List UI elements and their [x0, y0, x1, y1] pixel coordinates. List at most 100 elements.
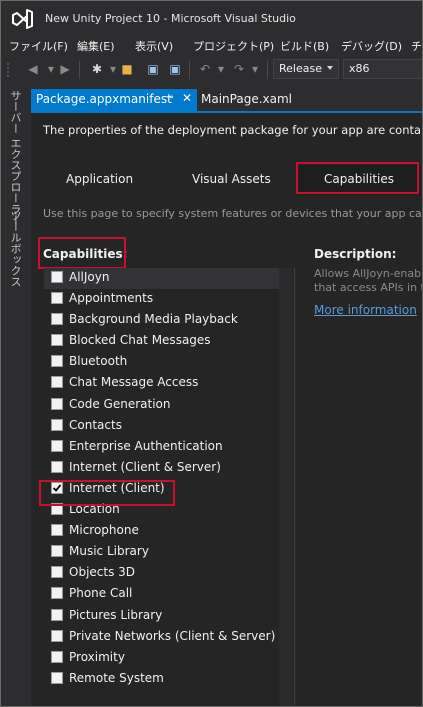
- tab-mainpage-xaml[interactable]: MainPage.xaml: [201, 92, 292, 106]
- menu-edit[interactable]: 編集(E): [77, 38, 115, 54]
- toolbox-tab[interactable]: ツールボックス: [7, 210, 23, 287]
- checkbox[interactable]: [51, 397, 63, 410]
- capability-row[interactable]: Phone Call: [44, 584, 292, 605]
- checkbox[interactable]: [51, 524, 63, 537]
- checkbox[interactable]: [51, 629, 63, 642]
- capability-label: Phone Call: [69, 586, 133, 601]
- capability-label: Remote System: [69, 670, 164, 685]
- navigate-back-icon[interactable]: ◀: [25, 61, 41, 77]
- menu-debug[interactable]: デバッグ(D): [341, 38, 402, 54]
- checkbox[interactable]: [51, 460, 63, 473]
- capability-row[interactable]: Internet (Client & Server): [44, 458, 292, 479]
- capability-label: Background Media Playback: [69, 312, 238, 327]
- toolbar-separator: [267, 61, 268, 79]
- checkbox[interactable]: [51, 376, 63, 389]
- checkbox[interactable]: [51, 608, 63, 621]
- redo-icon[interactable]: ↷: [231, 61, 247, 77]
- description-heading: Description:: [314, 247, 397, 261]
- capability-row[interactable]: AllJoyn: [44, 268, 292, 290]
- capability-row[interactable]: Background Media Playback: [44, 310, 292, 331]
- capabilities-usage-text: Use this page to specify system features…: [43, 207, 423, 220]
- capability-label: Music Library: [69, 544, 149, 559]
- server-explorer-tab[interactable]: サーバー エクスプローラー: [7, 90, 23, 226]
- save-icon[interactable]: ▣: [145, 61, 161, 77]
- manifest-intro-text: The properties of the deployment package…: [43, 123, 423, 137]
- capability-row[interactable]: Music Library: [44, 542, 292, 563]
- description-line: Allows AllJoyn-enab: [314, 267, 422, 280]
- capability-row[interactable]: Enterprise Authentication: [44, 437, 292, 458]
- platform-value: x86: [349, 62, 370, 75]
- capabilities-tab-highlight: [296, 162, 419, 194]
- dropdown-arrow-icon[interactable]: ▾: [213, 61, 229, 77]
- checkbox[interactable]: [51, 418, 63, 431]
- capability-label: Bluetooth: [69, 354, 128, 369]
- menu-view[interactable]: 表示(V): [135, 38, 173, 54]
- capabilities-list-scrollbar[interactable]: [279, 268, 292, 706]
- capability-label: Pictures Library: [69, 607, 163, 622]
- menu-project[interactable]: プロジェクト(P): [193, 38, 274, 54]
- capability-row[interactable]: Contacts: [44, 416, 292, 437]
- description-line: that access APIs in th: [314, 281, 423, 294]
- undo-icon[interactable]: ↶: [197, 61, 213, 77]
- window-title: New Unity Project 10 - Microsoft Visual …: [45, 12, 296, 25]
- capability-label: Proximity: [69, 649, 125, 664]
- manifest-designer: The properties of the deployment package…: [31, 113, 422, 706]
- capability-label: Private Networks (Client & Server): [69, 628, 276, 643]
- solution-platform-dropdown[interactable]: x86: [343, 59, 422, 79]
- capability-label: Appointments: [69, 291, 154, 306]
- capability-label: Enterprise Authentication: [69, 438, 223, 453]
- checkbox[interactable]: [51, 439, 63, 452]
- menu-file[interactable]: ファイル(F): [9, 38, 68, 54]
- checkbox[interactable]: [51, 355, 63, 368]
- tab-label: Package.appxmanifest: [36, 92, 172, 106]
- checkbox[interactable]: [51, 545, 63, 558]
- open-folder-icon[interactable]: ■: [119, 61, 135, 77]
- capability-row[interactable]: Code Generation: [44, 395, 292, 416]
- save-all-icon[interactable]: ▣: [167, 61, 183, 77]
- capability-row[interactable]: Microphone: [44, 521, 292, 542]
- capability-row[interactable]: Objects 3D: [44, 563, 292, 584]
- capability-label: Microphone: [69, 523, 139, 538]
- new-project-icon[interactable]: ✱: [89, 61, 105, 77]
- toolbar-grip[interactable]: [6, 62, 10, 78]
- tab-application-label: Application: [66, 172, 134, 186]
- checkbox[interactable]: [51, 292, 63, 305]
- navigate-forward-icon[interactable]: ▶: [57, 61, 73, 77]
- capability-row[interactable]: Pictures Library: [44, 606, 292, 627]
- tab-package-appxmanifest[interactable]: Package.appxmanifest ⊸ ✕: [31, 89, 197, 111]
- checkbox[interactable]: [51, 334, 63, 347]
- checkbox[interactable]: [51, 271, 63, 283]
- capability-label: Objects 3D: [69, 565, 136, 580]
- dropdown-arrow-icon[interactable]: ▾: [247, 61, 263, 77]
- capability-label: AllJoyn: [69, 270, 110, 284]
- capability-label: Contacts: [69, 417, 122, 432]
- capabilities-heading-highlight: [38, 237, 126, 269]
- capability-row[interactable]: Appointments: [44, 289, 292, 310]
- chevron-down-icon: [327, 66, 333, 70]
- capability-row[interactable]: Bluetooth: [44, 352, 292, 373]
- menu-build[interactable]: ビルド(B): [280, 38, 329, 54]
- more-information-link[interactable]: More information: [314, 303, 417, 317]
- capability-row[interactable]: Chat Message Access: [44, 373, 292, 394]
- checkbox[interactable]: [51, 566, 63, 579]
- capability-row[interactable]: Private Networks (Client & Server): [44, 627, 292, 648]
- visual-studio-logo-icon: [12, 9, 33, 29]
- capability-row[interactable]: Remote System: [44, 669, 292, 690]
- capability-row[interactable]: Blocked Chat Messages: [44, 331, 292, 352]
- checkbox[interactable]: [51, 587, 63, 600]
- checkbox[interactable]: [51, 313, 63, 326]
- tab-visual-assets[interactable]: Visual Assets: [165, 165, 295, 195]
- checkbox[interactable]: [51, 671, 63, 684]
- menu-team-partial[interactable]: チ: [411, 38, 422, 54]
- tab-application[interactable]: Application: [35, 165, 159, 195]
- solution-configuration-dropdown[interactable]: Release: [273, 59, 339, 79]
- capability-row[interactable]: Proximity: [44, 648, 292, 669]
- checkbox[interactable]: [51, 650, 63, 663]
- toolbar-separator: [189, 61, 190, 79]
- description-text: Allows AllJoyn-enab that access APIs in …: [314, 267, 423, 295]
- pin-icon[interactable]: ⊸: [165, 92, 173, 103]
- document-tab-strip: Package.appxmanifest ⊸ ✕ MainPage.xaml: [29, 89, 422, 111]
- capability-label: Blocked Chat Messages: [69, 333, 211, 348]
- close-icon[interactable]: ✕: [182, 91, 192, 105]
- capability-label: Code Generation: [69, 396, 171, 411]
